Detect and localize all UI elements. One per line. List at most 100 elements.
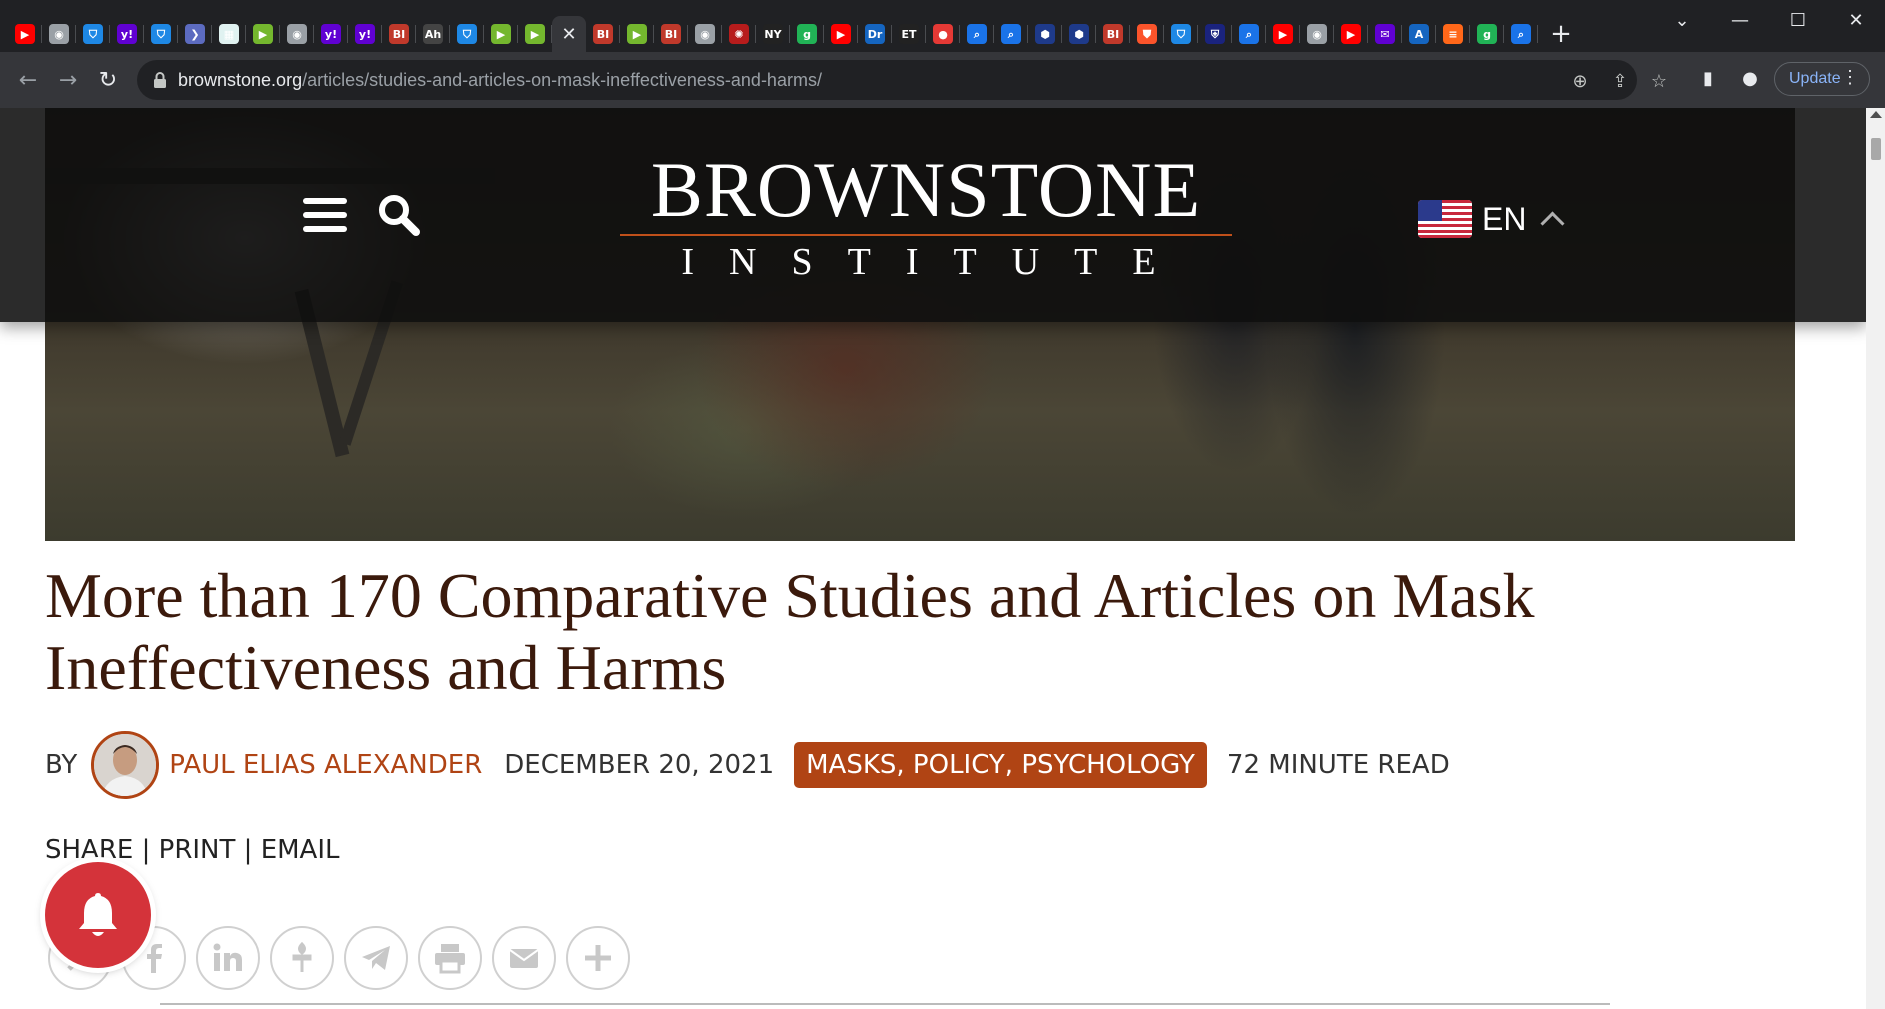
- window-close-icon[interactable]: ✕: [1827, 0, 1885, 40]
- browser-tab[interactable]: ⛉: [450, 16, 484, 52]
- browser-tab[interactable]: ◉: [688, 16, 722, 52]
- browser-tab[interactable]: Dr: [858, 16, 892, 52]
- browser-tab[interactable]: ▶: [484, 16, 518, 52]
- browser-tab[interactable]: ▶: [620, 16, 654, 52]
- tab-list: ▶ ◉ ⛉ y! ⛉ ❯ ▦ ▶ ◉ y! y! BI Ah ⛉ ▶ ▶ ✕ BI ▶ BI ◉ ✺ NY g ▶ Dr ET ● ⌕ ⌕…: [8, 14, 1578, 54]
- gettr-share-button[interactable]: [270, 926, 334, 990]
- browser-tab[interactable]: y!: [314, 16, 348, 52]
- shield-icon: ⛉: [457, 24, 477, 44]
- browser-tab[interactable]: y!: [348, 16, 382, 52]
- browser-tab[interactable]: BI: [586, 16, 620, 52]
- browser-tab[interactable]: ⛉: [144, 16, 178, 52]
- bookmark-star-icon[interactable]: ☆: [1648, 70, 1670, 92]
- browser-tab[interactable]: ▶: [8, 16, 42, 52]
- browser-tab[interactable]: g: [1470, 16, 1504, 52]
- url-host: brownstone.org: [178, 70, 303, 90]
- browser-tab[interactable]: ✺: [722, 16, 756, 52]
- browser-tab[interactable]: Ah: [416, 16, 450, 52]
- logo-wordmark: BROWNSTONE: [650, 146, 1202, 233]
- more-menu-icon[interactable]: ⋮: [1841, 67, 1859, 88]
- profile-icon[interactable]: ●: [1736, 64, 1764, 92]
- email-link[interactable]: EMAIL: [261, 835, 340, 865]
- more-share-button[interactable]: [566, 926, 630, 990]
- search-icon[interactable]: [376, 192, 422, 238]
- browser-tab[interactable]: ◉: [280, 16, 314, 52]
- browser-tab[interactable]: ⌕: [1232, 16, 1266, 52]
- menu-icon[interactable]: [303, 198, 347, 232]
- browser-tab[interactable]: ⌕: [960, 16, 994, 52]
- linkedin-share-button[interactable]: [196, 926, 260, 990]
- browser-tab[interactable]: ▶: [1334, 16, 1368, 52]
- close-icon[interactable]: ✕: [559, 25, 579, 45]
- browser-tab[interactable]: ⌕: [994, 16, 1028, 52]
- email-share-button[interactable]: [492, 926, 556, 990]
- logo-rule: [620, 234, 1232, 236]
- share-link[interactable]: SHARE: [45, 835, 133, 865]
- language-selector[interactable]: EN: [1418, 200, 1565, 238]
- browser-tab[interactable]: ≡: [1436, 16, 1470, 52]
- maximize-icon[interactable]: ☐: [1769, 0, 1827, 40]
- browser-tab[interactable]: ⛊: [1130, 16, 1164, 52]
- printer-icon: [435, 944, 465, 974]
- substack-icon: ≡: [1443, 24, 1463, 44]
- window-controls: ⌄ — ☐ ✕: [1653, 0, 1885, 40]
- notification-bell-button[interactable]: [45, 862, 151, 968]
- browser-tab[interactable]: g: [790, 16, 824, 52]
- browser-tab[interactable]: ⛨: [1198, 16, 1232, 52]
- address-bar[interactable]: brownstone.org/articles/studies-and-arti…: [137, 60, 1637, 100]
- browser-tab[interactable]: ⬢: [1062, 16, 1096, 52]
- site-logo[interactable]: BROWNSTONE INSTITUTE: [620, 146, 1232, 283]
- print-share-button[interactable]: [418, 926, 482, 990]
- brownstone-icon: BI: [389, 24, 409, 44]
- forward-icon[interactable]: →: [54, 66, 82, 94]
- minimize-icon[interactable]: —: [1711, 0, 1769, 40]
- browser-tab[interactable]: NY: [756, 16, 790, 52]
- scrollbar-thumb[interactable]: [1871, 138, 1881, 160]
- share-icon[interactable]: ⇪: [1609, 70, 1631, 92]
- browser-tab[interactable]: ✕: [552, 16, 586, 54]
- browser-tab[interactable]: ✉: [1368, 16, 1402, 52]
- page-scrollbar[interactable]: [1866, 108, 1885, 1009]
- zoom-icon[interactable]: ⊕: [1569, 70, 1591, 92]
- update-label: Update: [1789, 70, 1841, 87]
- browser-tab[interactable]: ◉: [42, 16, 76, 52]
- side-panel-icon[interactable]: ▮: [1694, 64, 1722, 92]
- browser-tab[interactable]: ◉: [1300, 16, 1334, 52]
- back-icon[interactable]: ←: [14, 66, 42, 94]
- facebook-icon: [147, 944, 162, 973]
- browser-tab[interactable]: ❯: [178, 16, 212, 52]
- browser-tab[interactable]: ▶: [246, 16, 280, 52]
- browser-tab[interactable]: ▶: [824, 16, 858, 52]
- browser-tab[interactable]: BI: [654, 16, 688, 52]
- browser-tab[interactable]: ⛉: [76, 16, 110, 52]
- browser-tab[interactable]: ●: [926, 16, 960, 52]
- tab-search-icon[interactable]: ⌄: [1653, 0, 1711, 40]
- page-viewport: BROWNSTONE INSTITUTE EN More than 170 Co…: [0, 108, 1866, 1009]
- telegram-share-button[interactable]: [344, 926, 408, 990]
- author-avatar[interactable]: [91, 731, 160, 799]
- browser-tab[interactable]: A: [1402, 16, 1436, 52]
- browser-tab[interactable]: ▦: [212, 16, 246, 52]
- print-link[interactable]: PRINT: [159, 835, 236, 865]
- browser-tab[interactable]: ⛉: [1164, 16, 1198, 52]
- browser-tab[interactable]: ▶: [518, 16, 552, 52]
- update-button[interactable]: Update ⋮: [1774, 62, 1870, 96]
- new-tab-plus-icon[interactable]: +: [1544, 17, 1578, 51]
- shield-icon: ⛉: [151, 24, 171, 44]
- reload-icon[interactable]: ↻: [94, 66, 122, 94]
- read-time: 72 MINUTE READ: [1226, 750, 1450, 780]
- browser-tab[interactable]: y!: [110, 16, 144, 52]
- browser-tab[interactable]: BI: [382, 16, 416, 52]
- arrow-icon: ❯: [185, 24, 205, 44]
- browser-tab[interactable]: ET: [892, 16, 926, 52]
- scroll-up-arrow-icon[interactable]: [1870, 111, 1882, 118]
- epoch-times-icon: ET: [899, 24, 919, 44]
- brave-icon: ⛊: [1137, 24, 1157, 44]
- browser-tab[interactable]: ▶: [1266, 16, 1300, 52]
- browser-tab[interactable]: ⌕: [1504, 16, 1538, 52]
- url-text[interactable]: brownstone.org/articles/studies-and-arti…: [178, 70, 822, 91]
- browser-tab[interactable]: BI: [1096, 16, 1130, 52]
- category-tags[interactable]: MASKS, POLICY, PSYCHOLOGY: [794, 742, 1207, 788]
- author-link[interactable]: PAUL ELIAS ALEXANDER: [169, 750, 482, 780]
- browser-tab[interactable]: ⬢: [1028, 16, 1062, 52]
